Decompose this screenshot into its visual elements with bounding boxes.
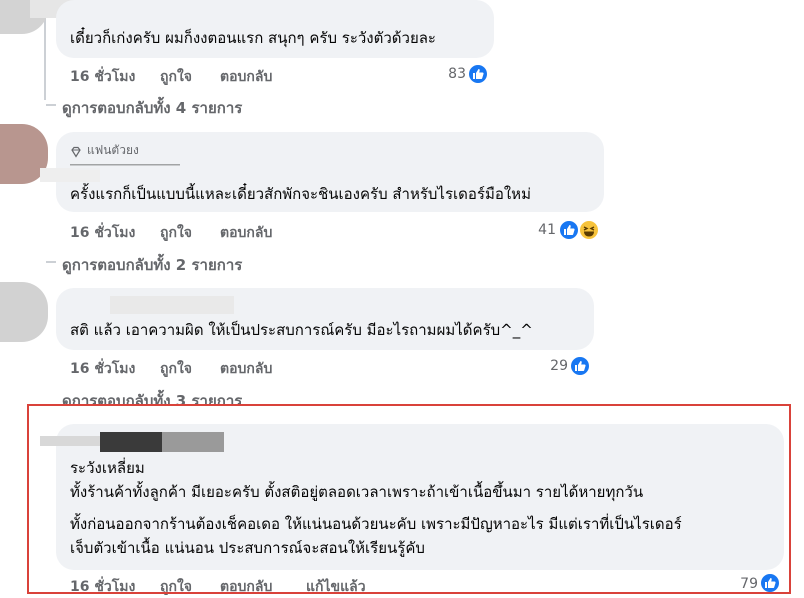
reply-connector-icon [46,104,56,106]
redacted-name [70,160,180,170]
comment-time[interactable]: 16 ชั่วโมง [70,66,135,88]
reaction-count[interactable]: 29 [536,358,568,374]
reply-connector-icon [46,261,56,263]
like-reaction-icon [569,355,591,377]
reply-button[interactable]: ตอบกลับ [220,358,272,380]
reply-button[interactable]: ตอบกลับ [220,66,272,88]
top-fan-badge: แฟนตัวยง [87,143,139,157]
comment-text: สติ แล้ว เอาความผิด ให้เป็นประสบการณ์ครั… [70,321,533,339]
view-replies-link[interactable]: ดูการตอบกลับทั้ง 4 รายการ [62,96,242,120]
comment-text: เดี๋ยวก็เก่งครับ ผมก็งงตอนแรก สนุกๆ ครับ… [70,29,436,47]
like-reaction-icon [558,219,580,241]
redacted-name [110,296,234,314]
fan-badge-icon [70,143,82,158]
comment-time[interactable]: 16 ชั่วโมง [70,358,135,380]
haha-reaction-icon [578,219,600,241]
avatar[interactable] [0,282,48,342]
like-button[interactable]: ถูกใจ [160,358,192,380]
comment-text: ครั้งแรกก็เป็นแบบนี้แหละเดี๋ยวสักพักจะชิ… [70,185,531,203]
like-button[interactable]: ถูกใจ [160,66,192,88]
comment-time[interactable]: 16 ชั่วโมง [70,222,135,244]
redacted-name [40,168,100,182]
like-reaction-icon [467,63,489,85]
like-button[interactable]: ถูกใจ [160,222,192,244]
view-replies-link[interactable]: ดูการตอบกลับทั้ง 3 รายการ [62,389,242,404]
reply-button[interactable]: ตอบกลับ [220,222,272,244]
reaction-count[interactable]: 83 [434,66,466,82]
reaction-count[interactable]: 41 [524,222,556,238]
highlight-box [27,404,791,594]
view-replies-link[interactable]: ดูการตอบกลับทั้ง 2 รายการ [62,253,242,277]
